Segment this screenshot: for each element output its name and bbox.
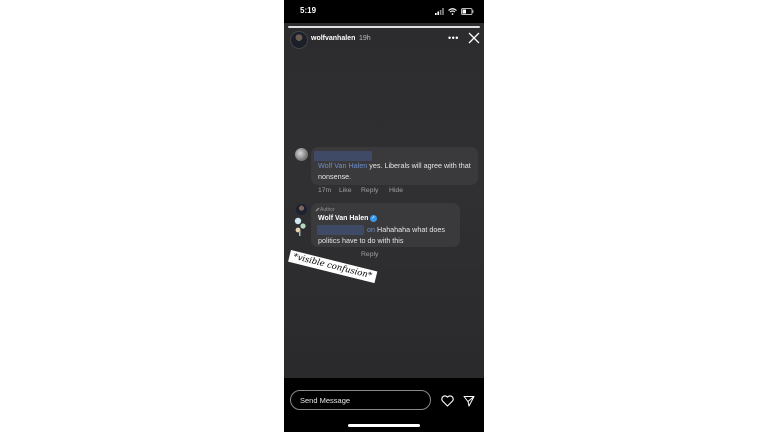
verified-badge-icon: ✓ xyxy=(370,215,377,222)
home-indicator xyxy=(348,424,420,427)
more-dots-icon[interactable]: ••• xyxy=(448,33,459,43)
signal-icon xyxy=(435,7,444,15)
reply-reply-button[interactable]: Reply xyxy=(361,251,378,258)
status-bar: 5:19 xyxy=(284,0,484,23)
paper-plane-icon[interactable] xyxy=(463,395,475,407)
reply-mention-suffix: on xyxy=(367,225,375,234)
story-posted-ago: 19h xyxy=(359,35,371,42)
story-author-avatar[interactable] xyxy=(290,31,308,49)
author-badge: Author xyxy=(320,207,335,213)
heart-icon[interactable] xyxy=(441,395,454,407)
reply-author-name[interactable]: Wolf Van Halen xyxy=(318,215,368,222)
commenter-avatar[interactable] xyxy=(295,148,308,161)
comment-age: 17m xyxy=(318,187,332,194)
reply-text: on Hahahaha what does politics have to d… xyxy=(318,224,460,246)
status-time: 5:19 xyxy=(300,6,317,15)
battery-icon xyxy=(461,7,474,15)
author-avatar[interactable] xyxy=(296,204,307,215)
comment-like-button[interactable]: Like xyxy=(339,187,351,194)
story-background xyxy=(284,23,484,378)
send-message-placeholder: Send Message xyxy=(300,396,351,405)
comment-text: Wolf Van Halen yes. Liberals will agree … xyxy=(318,160,476,182)
comment-mention[interactable]: Wolf Van Halen xyxy=(318,161,367,170)
story-viewer: 5:19 wolfvanhalen 19h ••• Wolf Van Halen… xyxy=(284,0,484,432)
reply-body: Hahahaha what does politics have to do w… xyxy=(318,225,445,245)
story-progress-bar xyxy=(288,26,480,28)
close-icon[interactable] xyxy=(468,32,480,44)
story-username[interactable]: wolfvanhalen xyxy=(311,35,355,42)
comment-reply-button[interactable]: Reply xyxy=(361,187,378,194)
hand-sticker-icon xyxy=(294,217,306,236)
wifi-icon xyxy=(448,7,457,15)
comment-hide-button[interactable]: Hide xyxy=(389,187,403,194)
